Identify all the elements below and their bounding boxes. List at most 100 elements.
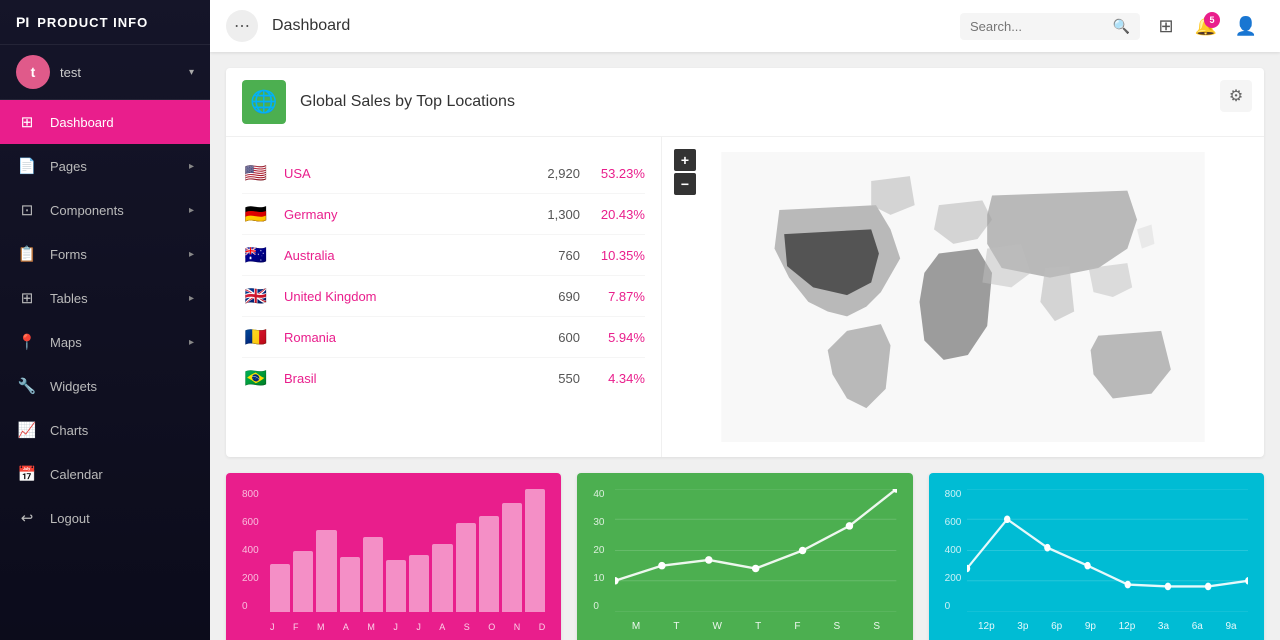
tasks-x-labels: 12p 3p 6p 9p 12p 3a 6a 9a	[967, 621, 1248, 632]
sidebar-item-maps[interactable]: 📍 Maps ▸	[0, 320, 210, 364]
map-card: 🌐 Global Sales by Top Locations ⚙ 🇺🇸 USA…	[226, 68, 1264, 457]
chevron-right-icon: ▸	[189, 161, 194, 172]
content-area: 🌐 Global Sales by Top Locations ⚙ 🇺🇸 USA…	[210, 52, 1280, 640]
search-input[interactable]	[970, 19, 1113, 34]
country-pct: 7.87%	[580, 289, 645, 304]
bar	[293, 551, 313, 613]
country-pct: 10.35%	[580, 248, 645, 263]
daily-sales-x-labels: M T W T F S S	[615, 621, 896, 632]
dashboard-icon: ⊞	[16, 111, 38, 133]
globe-icon: 🌐	[242, 80, 286, 124]
sidebar-item-label: Logout	[50, 511, 194, 526]
bar	[316, 530, 336, 612]
line-chart-daily: 40 30 20 10 0	[593, 489, 896, 632]
user-profile-button[interactable]: 👤	[1228, 8, 1264, 44]
sidebar-item-label: Dashboard	[50, 115, 194, 130]
map-card-title: Global Sales by Top Locations	[300, 93, 515, 111]
table-row: 🇧🇷 Brasil 550 4.34%	[242, 358, 645, 398]
sidebar-item-calendar[interactable]: 📅 Calendar	[0, 452, 210, 496]
zoom-out-button[interactable]: −	[674, 173, 696, 195]
completed-tasks-chart: 800 600 400 200 0	[929, 473, 1264, 640]
sidebar-nav: ⊞ Dashboard 📄 Pages ▸ ⊡ Components ▸ 📋 F…	[0, 100, 210, 640]
sidebar-item-tables[interactable]: ⊞ Tables ▸	[0, 276, 210, 320]
tables-icon: ⊞	[16, 287, 38, 309]
bar	[340, 557, 360, 612]
zoom-controls: + −	[674, 149, 696, 195]
username: test	[60, 65, 189, 80]
website-views-chart: 800 600 400 200 0 JFMAMJJASOND	[226, 473, 561, 640]
bar-chart-bars	[270, 489, 545, 612]
sidebar-item-label: Tables	[50, 291, 189, 306]
tasks-svg-area	[967, 489, 1248, 612]
country-name: Romania	[284, 330, 520, 345]
country-pct: 5.94%	[580, 330, 645, 345]
country-name: Brasil	[284, 371, 520, 386]
country-count: 550	[520, 371, 580, 386]
sidebar-item-label: Components	[50, 203, 189, 218]
sidebar-item-label: Pages	[50, 159, 189, 174]
country-count: 600	[520, 330, 580, 345]
sidebar-user[interactable]: t test ▾	[0, 45, 210, 100]
topbar-icons: ⊞ 🔔 5 👤	[1148, 8, 1264, 44]
bar	[363, 537, 383, 612]
main-area: ⋯ Dashboard 🔍 ⊞ 🔔 5 👤 🌐 Global Sales by …	[210, 0, 1280, 640]
forms-icon: 📋	[16, 243, 38, 265]
daily-sales-card: 40 30 20 10 0	[577, 473, 912, 640]
chevron-right-icon: ▸	[189, 205, 194, 216]
country-count: 1,300	[520, 207, 580, 222]
grid-view-button[interactable]: ⊞	[1148, 8, 1184, 44]
world-map-svg	[674, 152, 1252, 442]
sidebar-item-forms[interactable]: 📋 Forms ▸	[0, 232, 210, 276]
website-views-card: 800 600 400 200 0 JFMAMJJASOND Website V…	[226, 473, 561, 640]
sidebar-item-charts[interactable]: 📈 Charts	[0, 408, 210, 452]
logout-icon: ↩	[16, 507, 38, 529]
flag-icon: 🇷🇴	[242, 327, 270, 347]
sidebar-item-dashboard[interactable]: ⊞ Dashboard	[0, 100, 210, 144]
table-row: 🇩🇪 Germany 1,300 20.43%	[242, 194, 645, 235]
bar-chart-x-labels: JFMAMJJASOND	[270, 622, 545, 632]
country-count: 2,920	[520, 166, 580, 181]
country-pct: 4.34%	[580, 371, 645, 386]
tasks-y-labels: 800 600 400 200 0	[945, 489, 962, 612]
line-chart-svg-area	[615, 489, 896, 612]
country-pct: 53.23%	[580, 166, 645, 181]
sidebar-item-logout[interactable]: ↩ Logout	[0, 496, 210, 540]
notification-button[interactable]: 🔔 5	[1188, 8, 1224, 44]
components-icon: ⊡	[16, 199, 38, 221]
settings-button[interactable]: ⚙	[1220, 80, 1252, 112]
charts-icon: 📈	[16, 419, 38, 441]
calendar-icon: 📅	[16, 463, 38, 485]
line-chart-y-labels: 40 30 20 10 0	[593, 489, 604, 612]
country-name: Germany	[284, 207, 520, 222]
table-row: 🇬🇧 United Kingdom 690 7.87%	[242, 276, 645, 317]
line-chart-tasks: 800 600 400 200 0	[945, 489, 1248, 632]
chevron-right-icon: ▸	[189, 249, 194, 260]
sidebar-item-pages[interactable]: 📄 Pages ▸	[0, 144, 210, 188]
completed-tasks-card: 800 600 400 200 0	[929, 473, 1264, 640]
menu-button[interactable]: ⋯	[226, 10, 258, 42]
sidebar-item-label: Forms	[50, 247, 189, 262]
sidebar-item-label: Calendar	[50, 467, 194, 482]
flag-icon: 🇩🇪	[242, 204, 270, 224]
zoom-in-button[interactable]: +	[674, 149, 696, 171]
flag-icon: 🇧🇷	[242, 368, 270, 388]
country-count: 690	[520, 289, 580, 304]
bar	[456, 523, 476, 612]
notification-badge: 5	[1204, 12, 1220, 28]
chevron-right-icon: ▸	[189, 293, 194, 304]
country-count: 760	[520, 248, 580, 263]
flag-icon: 🇦🇺	[242, 245, 270, 265]
page-title: Dashboard	[272, 17, 960, 35]
country-name: United Kingdom	[284, 289, 520, 304]
country-name: USA	[284, 166, 520, 181]
sidebar-item-label: Charts	[50, 423, 194, 438]
charts-row: 800 600 400 200 0 JFMAMJJASOND Website V…	[226, 473, 1264, 640]
sidebar-logo: PI PRODUCT INFO	[0, 0, 210, 45]
map-card-body: 🇺🇸 USA 2,920 53.23% 🇩🇪 Germany 1,300 20.…	[226, 137, 1264, 457]
bar	[525, 489, 545, 612]
table-row: 🇺🇸 USA 2,920 53.23%	[242, 153, 645, 194]
search-bar[interactable]: 🔍	[960, 13, 1140, 40]
bar	[432, 544, 452, 612]
sidebar-item-components[interactable]: ⊡ Components ▸	[0, 188, 210, 232]
sidebar-item-widgets[interactable]: 🔧 Widgets	[0, 364, 210, 408]
